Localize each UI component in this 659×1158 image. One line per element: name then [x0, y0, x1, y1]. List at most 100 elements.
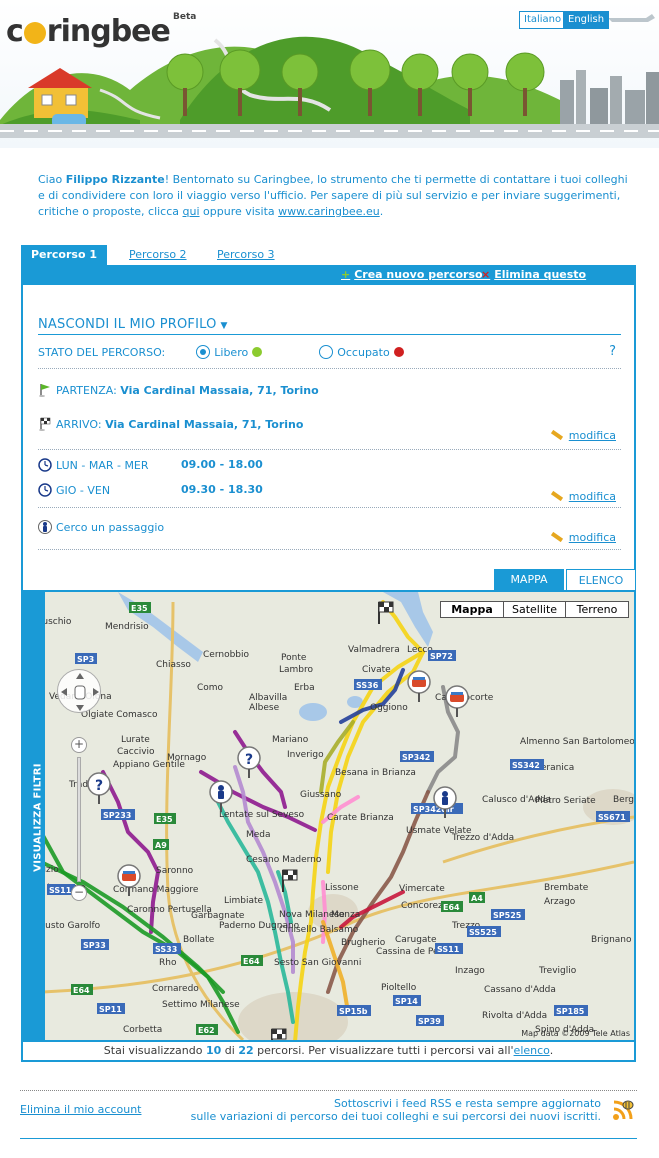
arrival-row: ARRIVO: Via Cardinal Massaia, 71, Torino	[38, 417, 303, 431]
map-place-label: Erba	[294, 683, 315, 693]
map-place-label: Brembate	[544, 883, 589, 893]
svg-text:SS671: SS671	[598, 813, 626, 822]
map-type-mappa-button[interactable]: Mappa	[440, 601, 504, 618]
status-busy-radio[interactable]	[319, 345, 334, 359]
map-place-label: Caccivio	[117, 747, 155, 757]
map-pan-control[interactable]	[57, 669, 101, 713]
road-shield: SS671	[596, 811, 630, 822]
delete-account-link[interactable]: Elimina il mio account	[20, 1103, 141, 1116]
map-place-label: Almenno San Bartolomeo	[520, 737, 634, 747]
logo[interactable]: c ringbee	[6, 14, 171, 49]
info-here-link[interactable]: qui	[183, 205, 200, 218]
road-shield: SP185	[554, 1005, 588, 1016]
status-label: STATO DEL PERCORSO:	[38, 346, 166, 359]
intro-greeting: Ciao	[38, 173, 66, 186]
map-place-label: Monza	[331, 910, 360, 920]
zoom-slider[interactable]	[77, 757, 81, 882]
route-action-bar: +Crea nuovo percorso ×Elimina questo per…	[21, 267, 636, 294]
map-type-satellite-button[interactable]: Satellite	[503, 601, 566, 618]
svg-text:SS33: SS33	[155, 945, 177, 954]
svg-text:SP342: SP342	[402, 753, 430, 762]
map-place-label: Mornago	[167, 753, 207, 763]
language-english-button[interactable]: English	[563, 11, 610, 29]
road-shield: SS33	[153, 943, 181, 954]
map-place-label: Lissone	[325, 883, 359, 893]
schedule-row-1: LUN - MAR - MER 09.00 - 18.00	[38, 458, 263, 472]
status-free-label: Libero	[214, 346, 249, 359]
map-place-label: Lentate sul Seveso	[219, 810, 305, 820]
filters-label: VISUALIZZA FILTRI	[32, 763, 44, 872]
map-place-label: Giussano	[300, 790, 342, 800]
divider	[38, 507, 621, 508]
language-italiano-button[interactable]: Italiano	[519, 11, 567, 29]
status-free-radio[interactable]	[196, 345, 211, 359]
map-place-label: Oggiono	[370, 703, 408, 713]
road-shield: SP525	[491, 909, 525, 920]
tab-percorso-3[interactable]: Percorso 3	[217, 245, 275, 265]
svg-text:A9: A9	[155, 841, 167, 850]
rss-bee-icon[interactable]	[610, 1097, 636, 1123]
hide-profile-toggle[interactable]: NASCONDI IL MIO PROFILO ▼	[38, 317, 621, 335]
map-place-label: Mariano	[272, 735, 309, 745]
map-place-label: Mendrisio	[105, 622, 149, 632]
tab-mappa[interactable]: MAPPA	[494, 569, 564, 590]
site-link[interactable]: www.caringbee.eu	[278, 205, 380, 218]
filters-side-tab[interactable]: VISUALIZZA FILTRI	[23, 592, 45, 1040]
footer-divider	[20, 1090, 637, 1091]
intro-end: .	[379, 205, 384, 218]
tab-percorso-1[interactable]: Percorso 1	[21, 245, 107, 265]
svg-text:E35: E35	[156, 815, 173, 824]
map-place-label: Besana in Brianza	[335, 768, 416, 778]
schedule-days-1: LUN - MAR - MER	[56, 459, 149, 472]
departure-value: Via Cardinal Massaia, 71, Torino	[120, 384, 319, 397]
route-status-row: STATO DEL PERCORSO: Libero Occupato	[38, 345, 404, 359]
road-shield: SP33	[81, 939, 109, 950]
map-canvas[interactable]: Bisuschio MendrisioCernobbio Valmadrera Lec…	[23, 592, 634, 1040]
svg-text:SP11: SP11	[99, 1005, 122, 1014]
plus-icon: +	[341, 268, 351, 281]
hide-profile-label: NASCONDI IL MIO PROFILO	[38, 317, 217, 332]
svg-text:SP185: SP185	[556, 1007, 585, 1016]
seeking-ride-label: Cerco un passaggio	[56, 521, 165, 534]
map-place-label: Meda	[246, 830, 271, 840]
tab-elenco[interactable]: ELENCO	[566, 569, 636, 590]
rss-line-1: Sottoscrivi i feed RSS e resta sempre ag…	[334, 1097, 601, 1110]
map-type-terreno-button[interactable]: Terreno	[565, 601, 629, 618]
schedule-row-2: GIO - VEN 09.30 - 18.30	[38, 483, 263, 497]
map-place-label: Cinisello Balsamo	[279, 925, 359, 935]
help-button[interactable]: ?	[609, 344, 616, 359]
map-place-label: Brignano Gera d'Adda	[591, 935, 634, 945]
road-shield: SP39	[416, 1015, 444, 1026]
map-place-label: Rho	[159, 958, 177, 968]
road-shield: A4	[469, 892, 485, 903]
busy-red-dot-icon	[393, 347, 404, 357]
svg-text:SP33: SP33	[83, 941, 106, 950]
zoom-out-button[interactable]: −	[71, 885, 87, 901]
tab-percorso-2[interactable]: Percorso 2	[129, 245, 187, 265]
modify-route-link[interactable]: modifica	[550, 429, 616, 442]
map-place-label: Albese	[249, 703, 280, 713]
svg-text:E35: E35	[131, 604, 148, 613]
road-shield: E64	[441, 901, 463, 912]
road-shield: SS342	[510, 759, 544, 770]
road-shield: SP3	[75, 653, 97, 664]
caption-text-c: percorsi. Per visualizzare tutti i perco…	[253, 1044, 514, 1057]
divider	[38, 368, 621, 369]
modify-label: modifica	[568, 429, 616, 442]
modify-schedule-link[interactable]: modifica	[550, 490, 616, 503]
person-icon	[38, 520, 52, 534]
flag-marker-icon[interactable]	[271, 1028, 287, 1040]
create-route-button[interactable]: + Crea nuovo percorso	[341, 268, 483, 281]
road-shield: SP14	[393, 995, 421, 1006]
svg-text:SS36: SS36	[356, 681, 379, 690]
road-shield: A9	[153, 839, 169, 850]
map-place-label: Busto Garolfo	[39, 921, 101, 931]
map-place-label: Pioltello	[381, 983, 417, 993]
map-place-label: Cornaredo	[152, 984, 199, 994]
rss-subscribe-text[interactable]: Sottoscrivi i feed RSS e resta sempre ag…	[191, 1097, 601, 1123]
route-map[interactable]: Bisuschio Mendrisio Cernobbio Valmadrera Lec…	[21, 590, 636, 1042]
svg-text:SP525: SP525	[493, 911, 522, 920]
modify-role-link[interactable]: modifica	[550, 531, 616, 544]
zoom-in-button[interactable]: +	[71, 737, 87, 753]
list-link[interactable]: elenco	[514, 1044, 550, 1057]
